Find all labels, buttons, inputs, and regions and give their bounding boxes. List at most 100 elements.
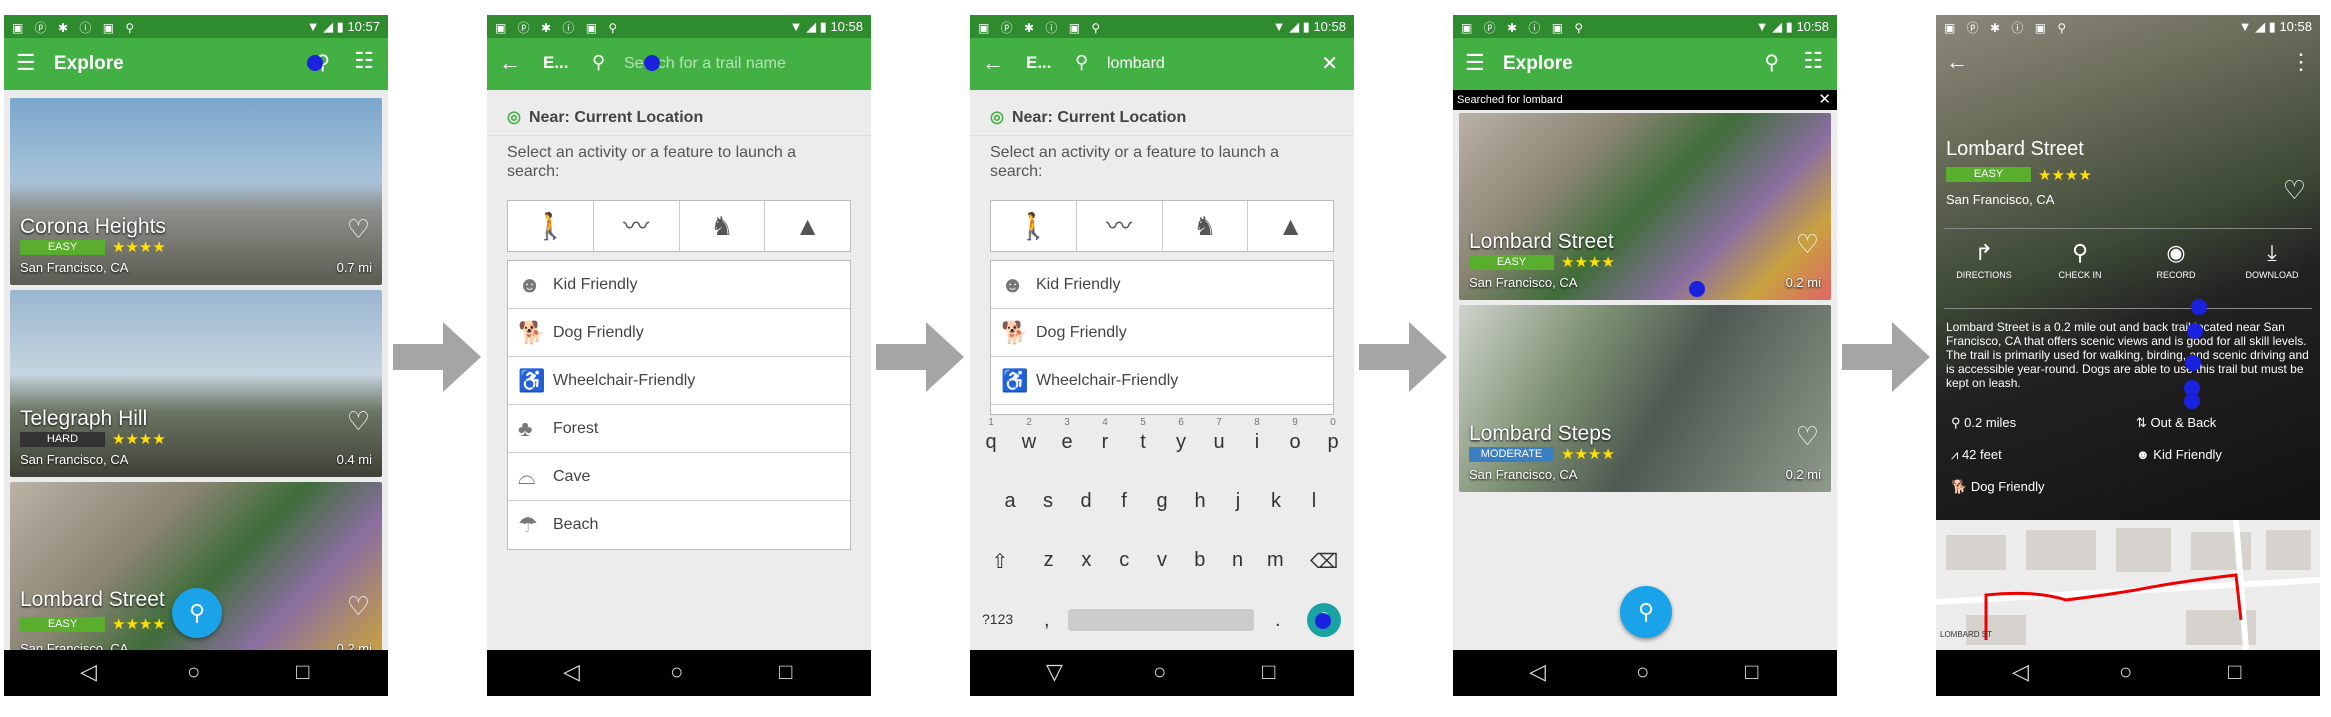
key[interactable]: r [1086,431,1124,454]
shift-key-icon[interactable]: ⇧ [970,549,1030,574]
key[interactable]: w [1010,431,1048,454]
search-input[interactable]: lombard [1107,55,1165,73]
key[interactable]: u [1200,431,1238,454]
search-icon[interactable]: ⚲ [1764,50,1779,75]
app-bar: ← E... ⚲ Search for a trail name [487,38,871,90]
key[interactable]: c [1105,549,1143,574]
favorite-heart-icon[interactable]: ♡ [347,214,370,245]
hiking-icon[interactable]: 🚶 [508,201,594,251]
feature-item[interactable]: ♣ Forest [508,405,850,453]
trail-card[interactable]: Corona Heights EASY ★★★★ San Francisco, … [10,98,382,285]
trail-card[interactable]: Lombard Street EASY ★★★★ San Francisco, … [1459,113,1831,300]
close-icon[interactable]: ✕ [1818,90,1831,110]
app-title: Explore [1503,53,1573,74]
key[interactable]: i [1238,431,1276,454]
key[interactable]: m [1256,549,1294,574]
near-location[interactable]: ◎ Near: Current Location [990,107,1186,127]
key[interactable]: o [1276,431,1314,454]
feature-item[interactable]: ⌓ Cave [508,453,850,501]
recents-nav-icon[interactable]: □ [296,659,309,685]
trail-map[interactable]: LOMBARD ST [1936,520,2320,650]
key[interactable]: q [972,431,1010,454]
key[interactable]: y [1162,431,1200,454]
trail-card[interactable]: Lombard Steps MODERATE ★★★★ San Francisc… [1459,305,1831,492]
key[interactable]: x [1068,549,1106,574]
recents-nav-icon[interactable]: □ [1745,659,1758,685]
favorite-heart-icon[interactable]: ♡ [347,591,370,622]
record-button[interactable]: ◉ RECORD [2128,240,2224,295]
feature-item[interactable]: 🐕 Dog Friendly [508,309,850,357]
filter-icon[interactable]: ☷ [1803,48,1823,74]
home-nav-icon[interactable]: ○ [2119,659,2132,685]
key[interactable]: z [1030,549,1068,574]
home-nav-icon[interactable]: ○ [670,659,683,685]
status-time-area: ▼ ◢ ▮ 10:57 [306,19,380,34]
back-nav-icon[interactable]: ◁ [1529,659,1546,685]
recents-nav-icon[interactable]: □ [1262,659,1275,685]
trail-running-icon[interactable]: 〰 [594,201,680,251]
location-fab[interactable]: ⚲ [172,588,222,638]
camping-icon[interactable]: ▲ [1248,201,1333,251]
key[interactable]: t [1124,431,1162,454]
key[interactable]: l [1295,490,1333,513]
location-fab[interactable]: ⚲ [1620,586,1672,638]
camping-icon[interactable]: ▲ [765,201,850,251]
key[interactable]: n [1219,549,1257,574]
download-button[interactable]: ⤓ DOWNLOAD [2224,240,2320,295]
period-key[interactable]: . [1275,609,1281,632]
back-arrow-icon[interactable]: ← [982,50,1004,76]
back-arrow-icon[interactable]: ← [1946,49,1968,75]
key[interactable]: p [1314,431,1352,454]
trail-running-icon[interactable]: 〰 [1077,201,1163,251]
key[interactable]: j [1219,490,1257,513]
horseback-icon[interactable]: ♞ [680,201,766,251]
notification-icons: ▣ ⓟ ✱ ⓘ ▣ ⚲ [978,21,1105,35]
favorite-heart-icon[interactable]: ♡ [2283,175,2306,206]
trail-card[interactable]: Telegraph Hill HARD ★★★★ San Francisco, … [10,290,382,477]
favorite-heart-icon[interactable]: ♡ [347,406,370,437]
hiking-icon[interactable]: 🚶 [991,201,1077,251]
feature-item[interactable]: ☻ Kid Friendly [991,261,1333,309]
key[interactable]: k [1257,490,1295,513]
filter-icon[interactable]: ☷ [354,48,374,74]
back-arrow-icon[interactable]: ← [499,50,521,76]
comma-key[interactable]: , [1044,609,1050,632]
touch-indicator [2191,299,2207,315]
back-nav-icon[interactable]: ◁ [2012,659,2029,685]
hide-keyboard-nav-icon[interactable]: ▽ [1046,659,1063,685]
home-nav-icon[interactable]: ○ [1636,659,1649,685]
key[interactable]: d [1067,490,1105,513]
clear-icon[interactable]: ✕ [1321,51,1338,76]
key[interactable]: s [1029,490,1067,513]
feature-item[interactable]: 🐕 Dog Friendly [991,309,1333,357]
key[interactable]: b [1181,549,1219,574]
favorite-heart-icon[interactable]: ♡ [1796,421,1819,452]
home-nav-icon[interactable]: ○ [1153,659,1166,685]
more-options-icon[interactable]: ⋮ [2290,49,2312,75]
key[interactable]: g [1143,490,1181,513]
recents-nav-icon[interactable]: □ [779,659,792,685]
menu-icon[interactable]: ☰ [1465,50,1485,76]
feature-item[interactable]: ☂ Beach [508,501,850,549]
key[interactable]: e [1048,431,1086,454]
check-in-button[interactable]: ⚲ CHECK IN [2032,240,2128,295]
feature-item[interactable]: ♿ Wheelchair-Friendly [991,357,1333,405]
space-bar[interactable] [1068,609,1254,631]
feature-item[interactable]: ♿ Wheelchair-Friendly [508,357,850,405]
key[interactable]: a [991,490,1029,513]
recents-nav-icon[interactable]: □ [2228,659,2241,685]
horseback-icon[interactable]: ♞ [1163,201,1249,251]
near-location[interactable]: ◎ Near: Current Location [507,107,703,127]
key[interactable]: v [1143,549,1181,574]
directions-button[interactable]: ↱ DIRECTIONS [1936,240,2032,295]
back-nav-icon[interactable]: ◁ [563,659,580,685]
key[interactable]: h [1181,490,1219,513]
backspace-key-icon[interactable]: ⌫ [1294,549,1354,574]
favorite-heart-icon[interactable]: ♡ [1796,229,1819,260]
back-nav-icon[interactable]: ◁ [80,659,97,685]
home-nav-icon[interactable]: ○ [187,659,200,685]
feature-item[interactable]: ☻ Kid Friendly [508,261,850,309]
symbols-key[interactable]: ?123 [982,611,1013,627]
menu-icon[interactable]: ☰ [16,50,36,76]
key[interactable]: f [1105,490,1143,513]
